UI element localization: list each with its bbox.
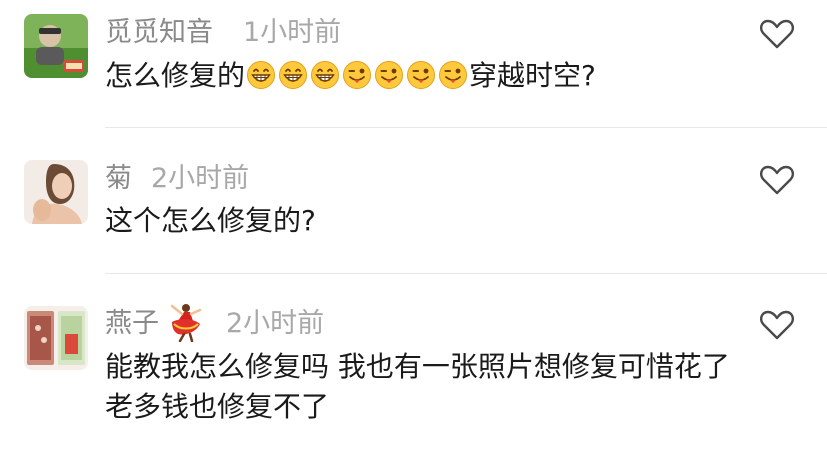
comment-text-start: 怎么修复的 <box>105 59 246 92</box>
user-avatar-landscape-icon <box>24 14 88 78</box>
avatar[interactable] <box>24 160 88 224</box>
timestamp: 1小时前 <box>243 17 342 48</box>
user-avatar-photos-icon <box>24 306 88 370</box>
tongue-wink-emoji-icon <box>343 61 372 89</box>
heart-outline-icon[interactable] <box>760 310 794 340</box>
grin-emoji-icon <box>311 61 340 89</box>
emoji-row <box>245 59 469 92</box>
dancer-emoji-icon <box>170 304 202 342</box>
tongue-wink-emoji-icon <box>407 61 436 89</box>
comment-text-line-2: 老多钱也修复不了 <box>105 390 330 423</box>
grin-emoji-icon <box>279 61 308 89</box>
grin-emoji-icon <box>247 61 276 89</box>
username[interactable]: 菊 <box>105 161 132 197</box>
user-avatar-portrait-icon <box>24 160 88 224</box>
tongue-wink-emoji-icon <box>439 61 468 89</box>
comment-item: 菊 2小时前 这个怎么修复的? <box>0 128 827 274</box>
comment-item: 燕子 2小时前 能教我怎么修复吗 我也有一张照片想修复可惜花了 老多钱也修复不了 <box>0 274 827 452</box>
timestamp: 2小时前 <box>151 163 250 194</box>
comment-text: 这个怎么修复的? <box>105 204 316 237</box>
avatar[interactable] <box>24 14 88 78</box>
username[interactable]: 燕子 <box>105 306 159 342</box>
heart-outline-icon[interactable] <box>760 165 794 195</box>
username[interactable]: 觅觅知音 <box>105 15 213 51</box>
comment-item: 觅觅知音 1小时前 怎么修复的 穿越时空? <box>0 0 827 128</box>
avatar[interactable] <box>24 306 88 370</box>
heart-outline-icon[interactable] <box>760 19 794 49</box>
timestamp: 2小时前 <box>226 308 325 339</box>
comment-text-line-1: 能教我怎么修复吗 我也有一张照片想修复可惜花了 <box>105 350 730 383</box>
tongue-wink-emoji-icon <box>375 61 404 89</box>
comment-text-end: 穿越时空? <box>469 59 596 92</box>
comment-text: 怎么修复的 穿越时空? <box>105 56 596 96</box>
